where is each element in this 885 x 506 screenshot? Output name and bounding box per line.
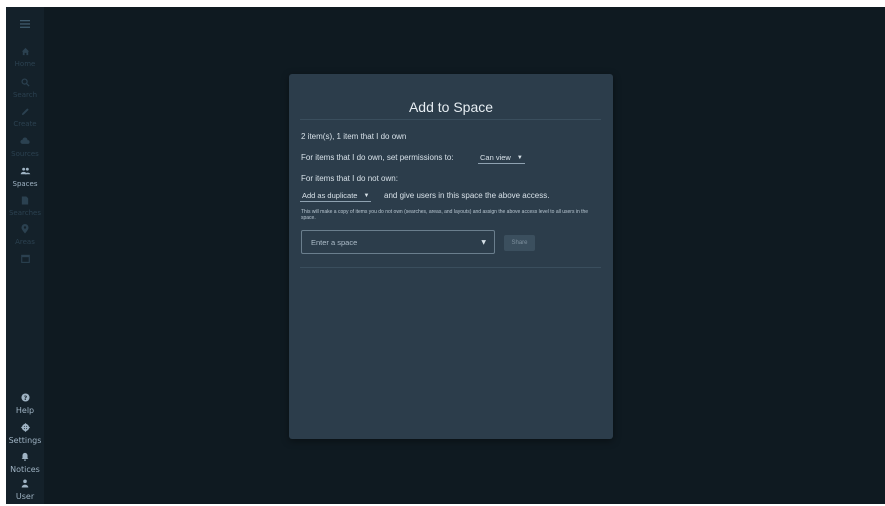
sidebar-item-help[interactable]: ? Help (6, 390, 44, 420)
space-select[interactable]: ▼ (301, 230, 495, 254)
space-input[interactable] (309, 236, 473, 248)
caret-down-icon: ▼ (481, 239, 486, 246)
sidebar-item-label: Search (12, 91, 38, 99)
sidebar-item-label: Home (14, 60, 36, 68)
map-pin-icon (21, 222, 29, 236)
not-own-mode-dropdown[interactable]: Add as duplicate ▼ (300, 191, 372, 202)
hamburger-icon[interactable] (6, 13, 44, 35)
sidebar-item-sources[interactable]: Sources (6, 134, 44, 164)
calendar-icon (20, 251, 30, 265)
share-button[interactable]: Share (504, 235, 535, 251)
sidebar-item-label: Notices (10, 465, 40, 474)
own-permission-value: Can view (480, 153, 511, 162)
cloud-icon (20, 134, 30, 148)
sidebar-item-label: Settings (8, 436, 42, 445)
own-permission-dropdown[interactable]: Can view ▼ (478, 153, 525, 164)
user-icon (21, 476, 29, 490)
sidebar-item-areas[interactable]: Areas (6, 222, 44, 252)
help-icon: ? (20, 390, 30, 404)
sidebar-item-searches[interactable]: Searches (6, 193, 44, 223)
dialog-title: Add to Space (408, 99, 494, 115)
not-own-mode-value: Add as duplicate (302, 191, 358, 200)
title-divider (300, 119, 601, 120)
sidebar-item-create[interactable]: Create (6, 104, 44, 134)
sidebar-item-label: Create (13, 120, 37, 128)
sidebar-item-label: Searches (8, 209, 41, 217)
sidebar-item-label: Areas (15, 238, 35, 246)
items-summary: 2 item(s), 1 item that I do own (301, 132, 407, 141)
gear-icon (20, 420, 30, 434)
sidebar-item-label: Help (15, 406, 35, 415)
sidebar-item-notices[interactable]: Notices (6, 449, 44, 479)
search-icon (20, 75, 30, 89)
app-window: Home Search Create Sources Spaces Search… (6, 7, 885, 504)
not-own-suffix: and give users in this space the above a… (384, 191, 550, 200)
sidebar-item-label: Spaces (12, 180, 38, 188)
sidebar-item-user[interactable]: User (6, 476, 44, 506)
sidebar-item-label: Sources (11, 150, 39, 158)
svg-text:?: ? (23, 394, 27, 401)
sidebar-item-settings[interactable]: Settings (6, 420, 44, 450)
pencil-icon (21, 104, 30, 118)
document-icon (21, 193, 29, 207)
sidebar: Home Search Create Sources Spaces Search… (6, 7, 44, 504)
sidebar-item-calendar[interactable] (6, 251, 44, 281)
caret-down-icon: ▼ (516, 154, 523, 161)
not-own-label: For items that I do not own: (301, 174, 398, 183)
add-to-space-dialog: Add to Space 2 item(s), 1 item that I do… (289, 74, 613, 439)
duplicate-note: This will make a copy of items you do no… (301, 209, 589, 221)
home-icon (21, 44, 30, 58)
own-permission-label: For items that I do own, set permissions… (301, 153, 454, 162)
sidebar-item-search[interactable]: Search (6, 75, 44, 105)
caret-down-icon: ▼ (363, 192, 370, 199)
sidebar-item-home[interactable]: Home (6, 44, 44, 74)
sidebar-item-label: User (15, 492, 35, 501)
bottom-divider (300, 267, 601, 268)
people-icon (20, 164, 31, 178)
sidebar-item-spaces[interactable]: Spaces (6, 164, 44, 194)
bell-icon (21, 449, 29, 463)
